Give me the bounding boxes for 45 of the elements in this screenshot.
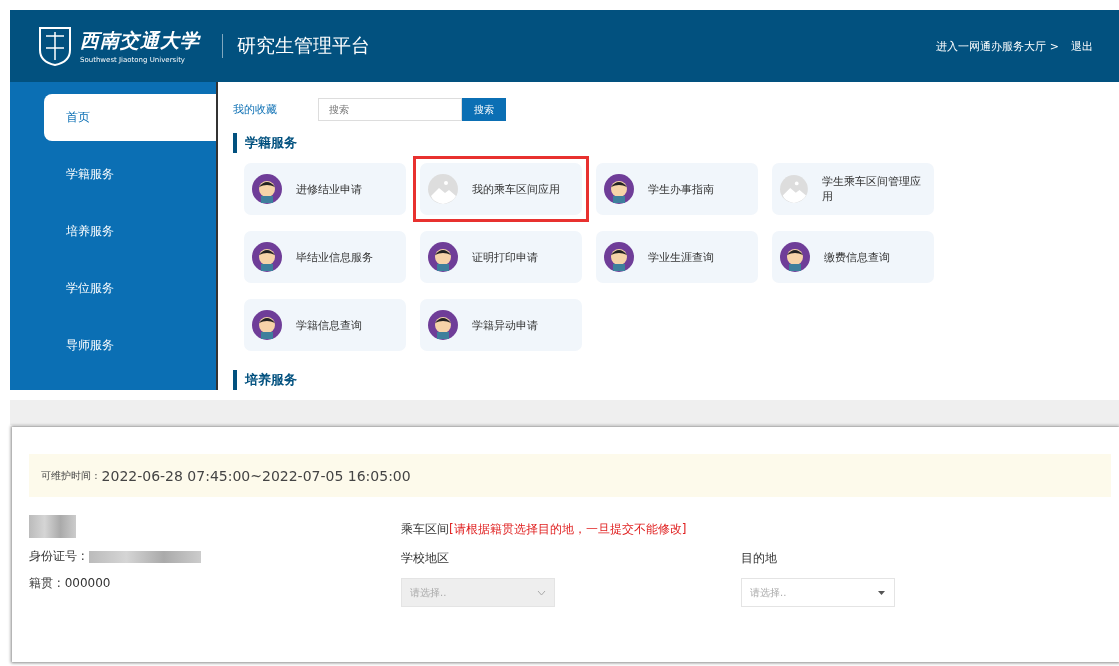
search-field[interactable]: 搜索 (318, 98, 462, 121)
sidebar-item[interactable]: 导师服务 (44, 322, 216, 369)
service-tile[interactable]: 学业生涯查询 (596, 231, 758, 283)
dropdown-caret-icon (877, 589, 886, 596)
cartoon-avatar-icon (604, 242, 634, 272)
sidebar-item[interactable]: 培养服务 (44, 208, 216, 255)
cartoon-avatar-icon (428, 242, 458, 272)
service-tile[interactable]: 学籍异动申请 (420, 299, 582, 351)
dropdown-caret-icon (537, 589, 546, 596)
sidebar-item[interactable]: 首页 (44, 94, 216, 141)
service-tile[interactable]: 学籍信息查询 (244, 299, 406, 351)
platform-title: 研究生管理平台 (237, 33, 370, 58)
sidebar-item[interactable]: 学位服务 (44, 265, 216, 312)
header-link[interactable]: 退出 (1071, 38, 1093, 54)
cartoon-avatar-icon (428, 310, 458, 340)
cartoon-avatar-icon (252, 174, 282, 204)
cartoon-avatar-icon (252, 310, 282, 340)
image-placeholder-icon (780, 174, 808, 204)
notice-label: 可维护时间 : (41, 468, 98, 483)
select-label: 学校地区 (401, 550, 450, 567)
university-crest-icon (38, 26, 72, 66)
sidebar-item[interactable]: 学籍服务 (44, 151, 216, 198)
image-placeholder-icon (428, 174, 458, 204)
service-tile[interactable]: 我的乘车区间应用 (420, 163, 582, 215)
id-label: 身份证号 : (29, 548, 85, 565)
section-title: 学籍服务 (233, 133, 1119, 153)
service-tile[interactable]: 证明打印申请 (420, 231, 582, 283)
university-name: 西南交通大学 (80, 28, 200, 53)
origin-text: 籍贯 : 000000 (29, 575, 112, 592)
header-link[interactable]: 进入一网通办服务大厅 > (936, 38, 1059, 54)
cartoon-avatar-icon (780, 242, 810, 272)
service-tile[interactable]: 学生办事指南 (596, 163, 758, 215)
favorites-link[interactable]: 我的收藏 (233, 102, 318, 117)
select-label: 目的地 (741, 550, 778, 567)
redacted-block (29, 515, 76, 538)
notice-time: 2022-06-28 07:45:00~2022-07-05 16:05:00 (101, 467, 411, 484)
cartoon-avatar-icon (252, 242, 282, 272)
service-tile[interactable]: 缴费信息查询 (772, 231, 934, 283)
search-button[interactable]: 搜索 (462, 98, 506, 121)
service-tile[interactable]: 学生乘车区间管理应用 (772, 163, 934, 215)
service-tile[interactable]: 进修结业申请 (244, 163, 406, 215)
section-title: 培养服务 (233, 370, 1119, 390)
route-label: 乘车区间[请根据籍贯选择目的地，一旦提交不能修改] (401, 521, 688, 538)
service-tile[interactable]: 毕结业信息服务 (244, 231, 406, 283)
cartoon-avatar-icon (604, 174, 634, 204)
